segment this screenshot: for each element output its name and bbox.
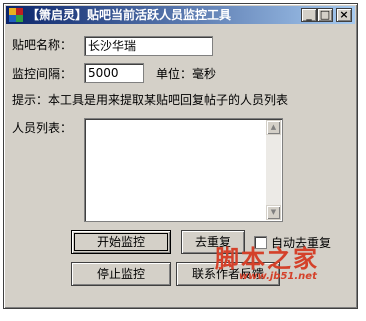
minimize-icon[interactable]: _ [301, 8, 317, 22]
contact-author-button[interactable]: 联系作者反馈 [176, 262, 280, 286]
member-list[interactable]: ▲ ▼ [84, 118, 283, 222]
member-list-label: 人员列表： [12, 121, 73, 135]
interval-label: 监控间隔： [12, 67, 73, 81]
start-monitor-button[interactable]: 开始监控 [71, 230, 171, 254]
main-window: 【箫启灵】贴吧当前活跃人员监控工具 _ □ × 贴吧名称： 长沙华瑞 监控间隔：… [3, 3, 358, 309]
auto-dedupe-label[interactable]: 自动去重复 [271, 236, 331, 250]
tieba-name-input[interactable]: 长沙华瑞 [84, 36, 213, 56]
tieba-name-label: 贴吧名称： [12, 38, 73, 52]
scroll-down-icon[interactable]: ▼ [266, 205, 281, 220]
dedupe-button[interactable]: 去重复 [181, 230, 245, 254]
maximize-icon[interactable]: □ [317, 8, 333, 22]
member-list-scrollbar[interactable]: ▲ ▼ [266, 120, 281, 220]
close-icon[interactable]: × [336, 8, 352, 22]
hint-text: 提示：本工具是用来提取某贴吧回复帖子的人员列表 [12, 93, 289, 107]
app-icon [9, 8, 23, 22]
scroll-up-icon[interactable]: ▲ [266, 120, 281, 135]
auto-dedupe-checkbox[interactable] [254, 236, 267, 249]
window-title: 【箫启灵】贴吧当前活跃人员监控工具 [27, 8, 232, 22]
interval-input[interactable]: 5000 [84, 63, 144, 83]
unit-label: 单位：毫秒 [156, 67, 217, 81]
stop-monitor-button[interactable]: 停止监控 [71, 262, 171, 286]
title-bar[interactable]: 【箫启灵】贴吧当前活跃人员监控工具 _ □ × [6, 6, 355, 24]
